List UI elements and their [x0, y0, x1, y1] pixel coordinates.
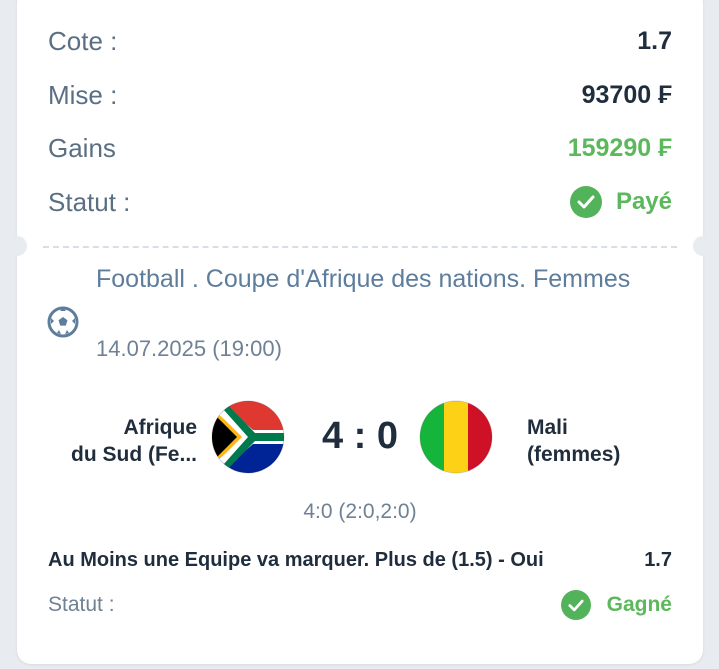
market-row: Au Moins une Equipe va marquer. Plus de …: [48, 549, 672, 572]
south-africa-flag-icon: [211, 400, 285, 474]
detail-score: 4:0 (2:0,2:0): [303, 500, 417, 523]
event-status-badge: Gagné: [560, 590, 672, 620]
away-team-line2: (femmes): [527, 443, 621, 466]
match-score: 4 : 0: [321, 415, 399, 457]
status-value: Payé: [615, 188, 672, 215]
event-status-label: Statut :: [48, 593, 115, 616]
status-badge: Payé: [569, 186, 672, 218]
event-status-row: Statut : Gagné: [48, 590, 672, 620]
dashed-divider: [43, 246, 677, 248]
mali-flag-icon: [419, 400, 493, 474]
away-team-name: Mali (femmes): [527, 414, 687, 468]
status-row: Statut : Payé: [48, 182, 672, 222]
gains-label: Gains: [48, 132, 116, 163]
home-team-line1: Afrique: [123, 416, 198, 439]
event-status-value: Gagné: [606, 593, 672, 616]
gains-row: Gains 159290 ₣: [48, 128, 672, 168]
check-circle-icon: [560, 590, 591, 620]
soccer-ball-icon: [47, 306, 79, 338]
bet-card: Cote : 1.7 Mise : 93700 ₣ Gains 159290 ₣…: [7, 0, 713, 664]
odds-label: Cote :: [48, 25, 118, 56]
check-circle-icon: [569, 186, 602, 218]
stake-label: Mise :: [48, 79, 118, 110]
event-date: 14.07.2025 (19:00): [96, 336, 282, 361]
gains-value: 159290 ₣: [567, 133, 672, 162]
ticket-notch-left: [7, 236, 27, 256]
away-team-line1: Mali: [527, 416, 568, 439]
status-label: Statut :: [48, 186, 131, 217]
ticket-notch-right: [693, 236, 713, 256]
market-name: Au Moins une Equipe va marquer. Plus de …: [48, 549, 544, 571]
home-team-name: Afrique du Sud (Fe...: [37, 414, 197, 468]
home-team-line2: du Sud (Fe...: [71, 443, 197, 466]
odds-row: Cote : 1.7: [48, 21, 672, 61]
odds-value: 1.7: [637, 26, 672, 55]
market-odds: 1.7: [644, 549, 672, 571]
stake-value: 93700 ₣: [581, 80, 672, 109]
stake-row: Mise : 93700 ₣: [48, 75, 672, 115]
league-title[interactable]: Football . Coupe d'Afrique des nations. …: [96, 264, 656, 295]
